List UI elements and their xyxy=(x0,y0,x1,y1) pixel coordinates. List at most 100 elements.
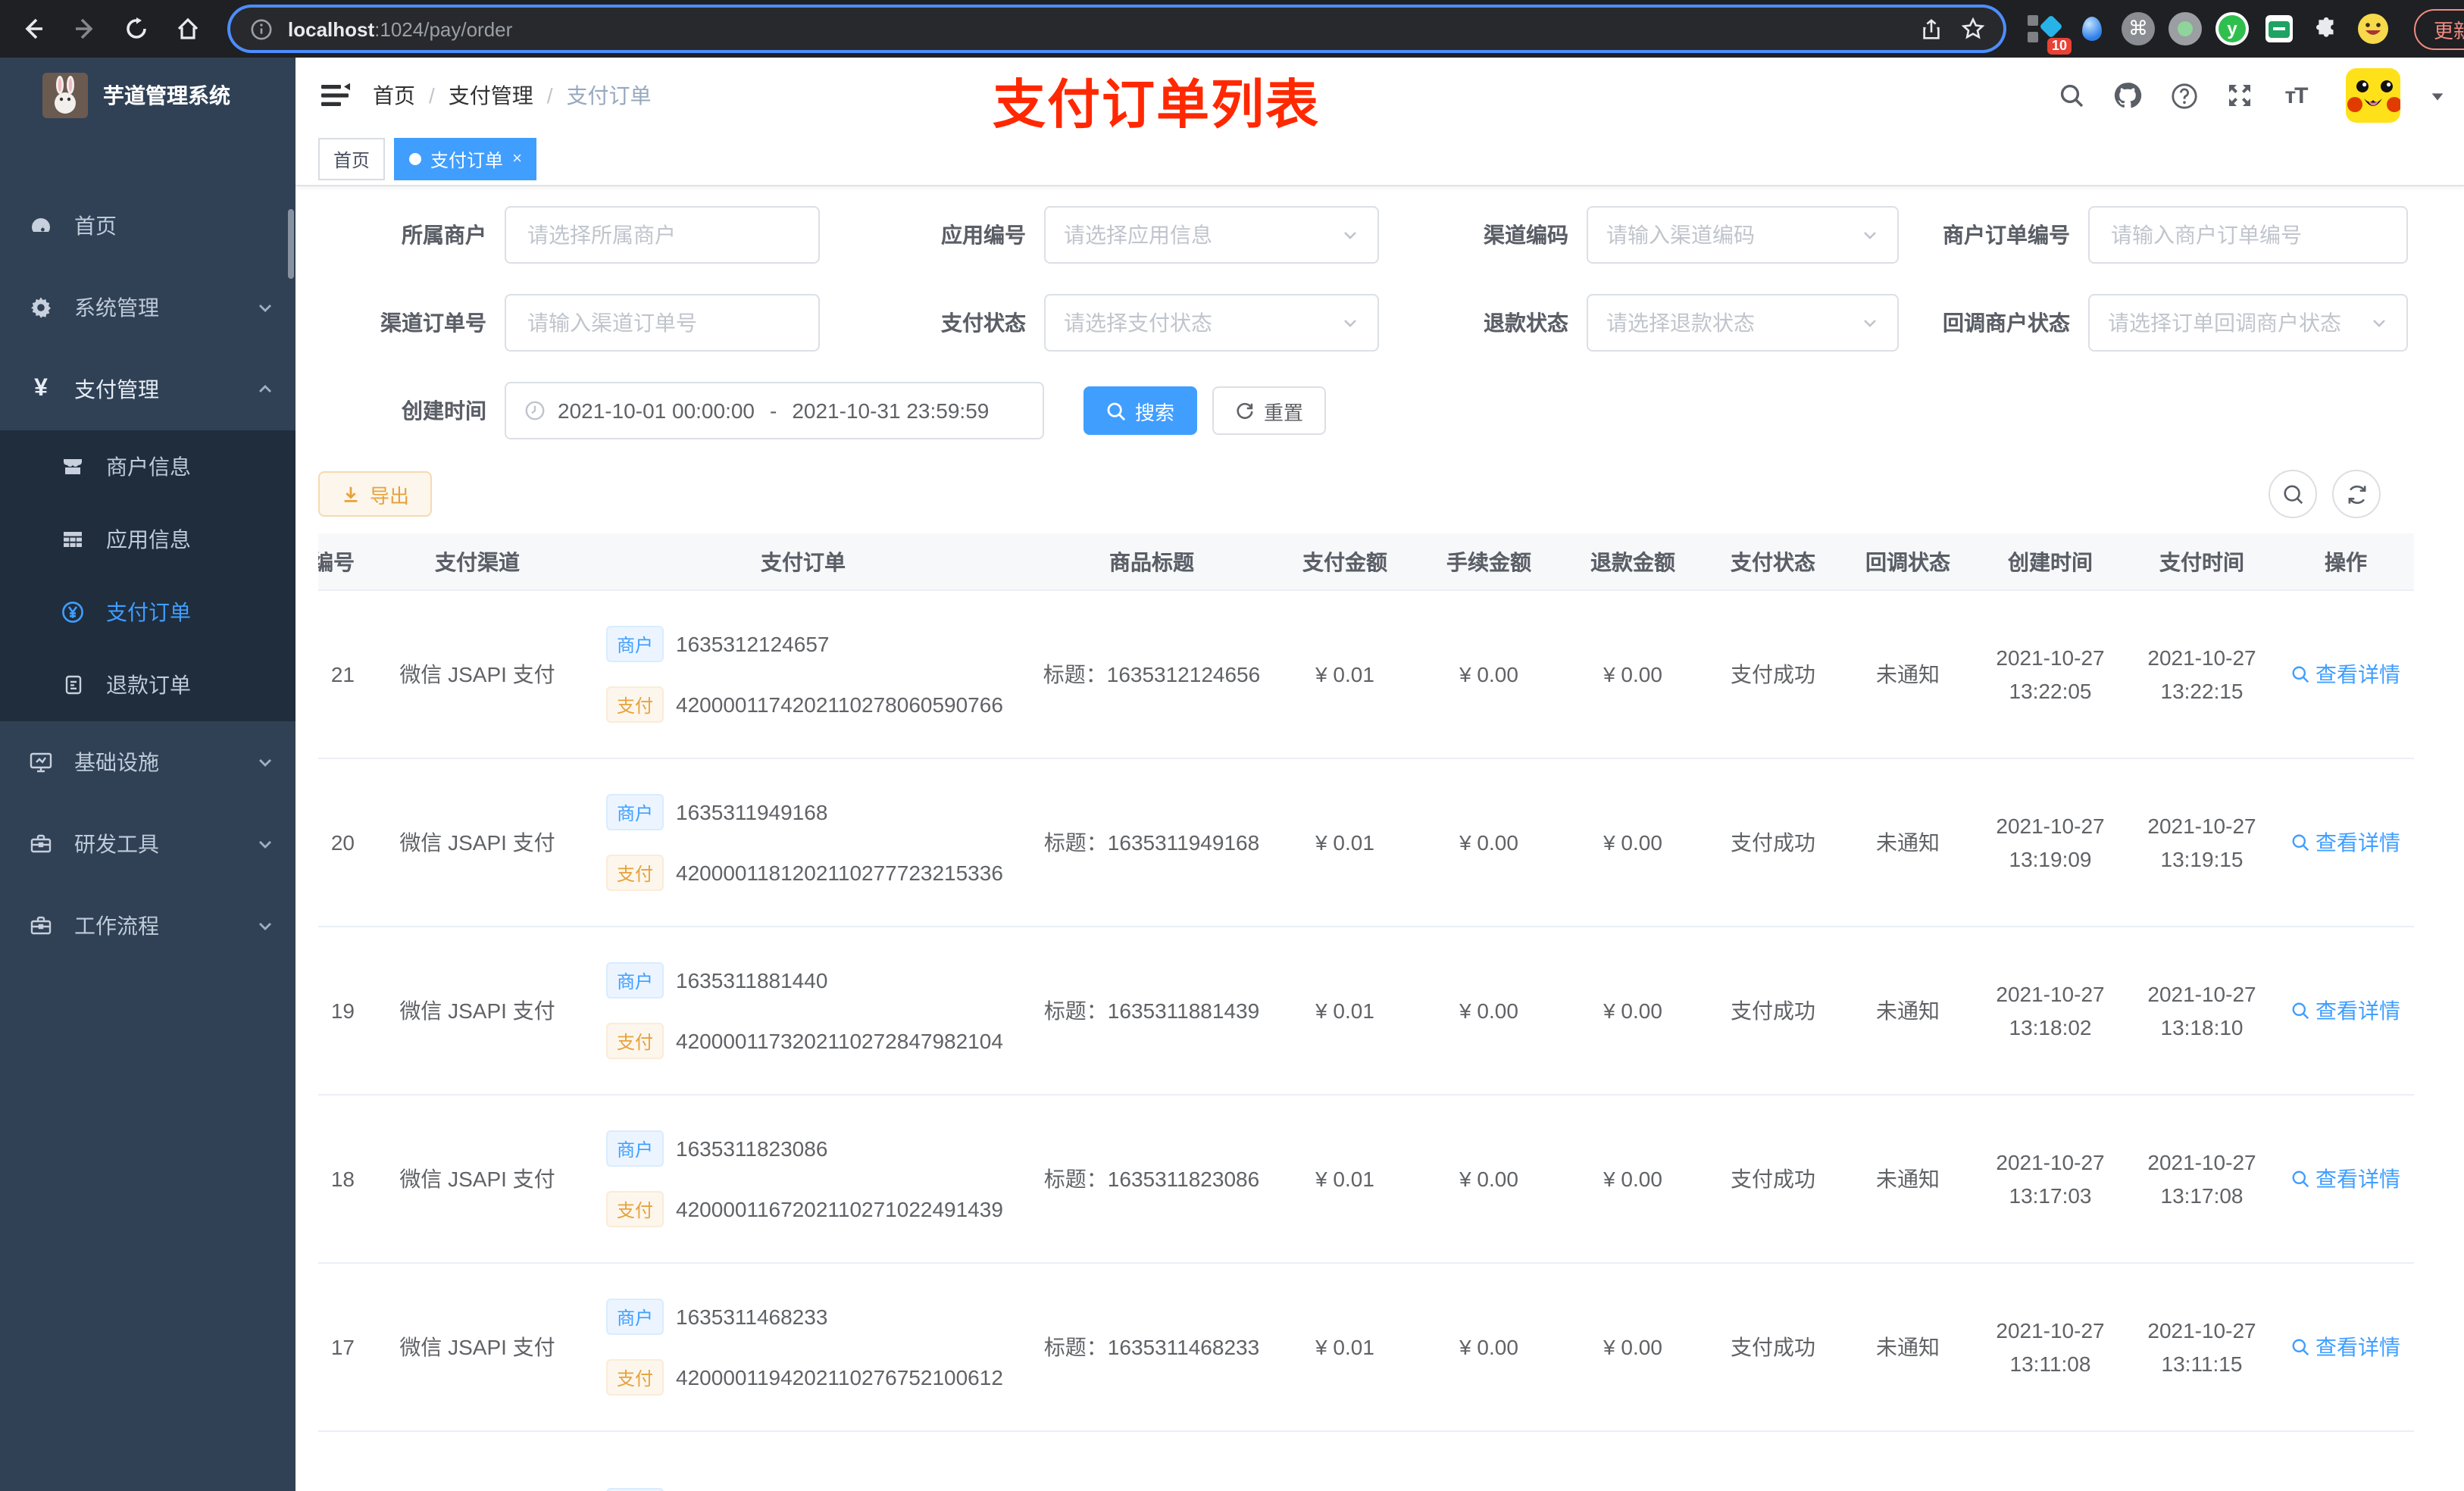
notify-status: 未通知 xyxy=(1841,590,1975,759)
breadcrumb: 首页 / 支付管理 / 支付订单 xyxy=(373,80,652,111)
col-pay-status: 支付状态 xyxy=(1705,533,1841,591)
view-detail-link[interactable]: 查看详情 xyxy=(2291,827,2400,858)
shop-icon xyxy=(61,455,85,479)
notify-status-select[interactable]: 请选择订单回调商户状态 xyxy=(2088,294,2408,352)
chat-extension-icon[interactable] xyxy=(2262,12,2296,45)
browser-reload-icon[interactable] xyxy=(115,8,158,50)
url-text[interactable]: localhost:1024/pay/order xyxy=(288,17,512,40)
avatar-caret-icon[interactable] xyxy=(2429,87,2446,104)
table-toolbar: 导出 xyxy=(318,470,2441,518)
export-button[interactable]: 导出 xyxy=(318,471,433,517)
create-time-range-input[interactable]: 2021-10-01 00:00:00 - 2021-10-31 23:59:5… xyxy=(505,382,1044,439)
tab-manager-extension-icon[interactable]: 10 xyxy=(2028,12,2072,55)
url-path: :1024/pay/order xyxy=(374,17,513,40)
sidebar-item-dev-tools[interactable]: 研发工具 xyxy=(0,803,295,885)
navbar-actions: тT xyxy=(2056,68,2446,123)
fullscreen-icon[interactable] xyxy=(2225,80,2255,111)
puzzle-extensions-icon[interactable] xyxy=(2309,12,2343,45)
pay-tag: 支付 xyxy=(606,686,664,723)
app-logo xyxy=(42,73,88,118)
sidebar-item-home[interactable]: 首页 xyxy=(0,185,295,267)
app-select[interactable]: 请选择应用信息 xyxy=(1044,206,1379,264)
browser-back-icon[interactable] xyxy=(12,8,55,50)
table-row: 18 微信 JSAPI 支付 商户 1635311823086 支付 4200001… xyxy=(318,1095,2414,1264)
orders-table: 编号 支付渠道 支付订单 商品标题 支付金额 手续金额 退款金额 支付状态 回调… xyxy=(318,533,2414,1491)
col-action: 操作 xyxy=(2278,533,2414,591)
browser-home-icon[interactable] xyxy=(167,8,209,50)
pay-status: 支付成功 xyxy=(1705,1263,1841,1432)
active-dot xyxy=(409,153,422,165)
browser-toolbar: localhost:1024/pay/order 10 ⌘ y 更 xyxy=(0,0,2464,58)
screen: localhost:1024/pay/order 10 ⌘ y 更 芋道管理系统… xyxy=(0,0,2464,1491)
y-extension-icon[interactable]: y xyxy=(2215,12,2249,45)
tag-close-icon[interactable]: × xyxy=(512,150,522,168)
channel-order-no-field[interactable] xyxy=(524,309,800,336)
tag-pay-order[interactable]: 支付订单 × xyxy=(394,138,537,180)
channel-code-label: 渠道编码 xyxy=(1484,223,1568,247)
user-avatar[interactable] xyxy=(2346,68,2400,123)
chevron-up-icon xyxy=(256,380,274,399)
merchant-order-no-label: 商户订单编号 xyxy=(1943,223,2070,247)
font-size-icon[interactable]: тT xyxy=(2281,80,2311,111)
merchant-order-no-field[interactable] xyxy=(2108,221,2388,248)
refresh-button[interactable] xyxy=(2332,470,2381,518)
sidebar-item-app-info[interactable]: 应用信息 xyxy=(0,503,295,576)
sidebar-item-infra[interactable]: 基础设施 xyxy=(0,721,295,803)
merchant-input-field[interactable] xyxy=(524,221,800,248)
tag-home[interactable]: 首页 xyxy=(318,138,386,180)
chevron-down-icon xyxy=(256,753,274,771)
view-detail-link[interactable]: 查看详情 xyxy=(2291,1332,2400,1362)
app-logo-row[interactable]: 芋道管理系统 xyxy=(0,58,295,133)
browser-update-button[interactable]: 更新 xyxy=(2414,8,2464,49)
breadcrumb-section[interactable]: 支付管理 xyxy=(449,80,533,111)
sidebar-item-merchant-info[interactable]: 商户信息 xyxy=(0,430,295,503)
reset-button[interactable]: 重置 xyxy=(1212,386,1327,435)
recorder-extension-icon[interactable] xyxy=(2169,12,2202,45)
github-icon[interactable] xyxy=(2112,80,2143,111)
pay-order-no: 4200001174202110278060590766 xyxy=(676,692,1003,717)
merchant-order-no-input[interactable] xyxy=(2088,206,2408,264)
sidebar-item-system[interactable]: 系统管理 xyxy=(0,267,295,349)
pay-status-select[interactable]: 请选择支付状态 xyxy=(1044,294,1379,352)
browser-forward-icon[interactable] xyxy=(64,8,106,50)
sidebar-scrollbar[interactable] xyxy=(288,209,294,279)
channel-code-select[interactable]: 请输入渠道编码 xyxy=(1587,206,1899,264)
pay-status: 支付成功 xyxy=(1705,758,1841,927)
balloon-extension-icon[interactable] xyxy=(2075,12,2108,45)
view-detail-link[interactable]: 查看详情 xyxy=(2291,1164,2400,1194)
clock-icon xyxy=(524,400,546,421)
merchant-order-no: 1635312124657 xyxy=(676,632,830,656)
sidebar-item-pay[interactable]: ¥ 支付管理 xyxy=(0,349,295,430)
dashboard-icon xyxy=(29,214,53,238)
sidebar-item-refund-order[interactable]: 退款订单 xyxy=(0,649,295,721)
site-info-icon[interactable] xyxy=(245,14,276,44)
profile-avatar-icon[interactable] xyxy=(2356,12,2390,45)
help-icon[interactable] xyxy=(2169,80,2199,111)
sidebar-item-workflow[interactable]: 工作流程 xyxy=(0,885,295,967)
sidebar-collapse-icon[interactable] xyxy=(318,79,352,112)
chevron-down-icon xyxy=(1341,314,1359,332)
app-shell: 芋道管理系统 首页 系统管理 ¥ 支付管理 商户信息 应用信息 支付订单 退款订… xyxy=(0,58,2464,1491)
notify-status: 未通知 xyxy=(1841,1263,1975,1432)
show-search-button[interactable] xyxy=(2269,470,2317,518)
address-bar[interactable]: localhost:1024/pay/order xyxy=(230,8,2003,50)
table-row-partial: 商户1635311254796 xyxy=(318,1431,2414,1491)
refund-status-select[interactable]: 请选择退款状态 xyxy=(1587,294,1899,352)
view-detail-link[interactable]: 查看详情 xyxy=(2291,659,2400,689)
bookmark-star-icon[interactable] xyxy=(1958,14,1988,44)
breadcrumb-home[interactable]: 首页 xyxy=(373,80,415,111)
merchant-tag: 商户 xyxy=(606,1130,664,1167)
pay-tag: 支付 xyxy=(606,1359,664,1396)
merchant-order-no: 1635311468233 xyxy=(676,1305,828,1329)
channel-order-no-input[interactable] xyxy=(505,294,820,352)
merchant-input[interactable] xyxy=(505,206,820,264)
command-extension-icon[interactable]: ⌘ xyxy=(2122,12,2155,45)
workflow-icon xyxy=(29,914,53,938)
search-button[interactable]: 搜索 xyxy=(1083,386,1198,435)
search-icon[interactable] xyxy=(2056,80,2087,111)
pay-order-no: 4200001181202110277723215336 xyxy=(676,861,1003,885)
share-icon[interactable] xyxy=(1915,14,1946,44)
sidebar-item-pay-order[interactable]: 支付订单 xyxy=(0,576,295,649)
view-detail-link[interactable]: 查看详情 xyxy=(2291,996,2400,1026)
pay-tag: 支付 xyxy=(606,855,664,891)
